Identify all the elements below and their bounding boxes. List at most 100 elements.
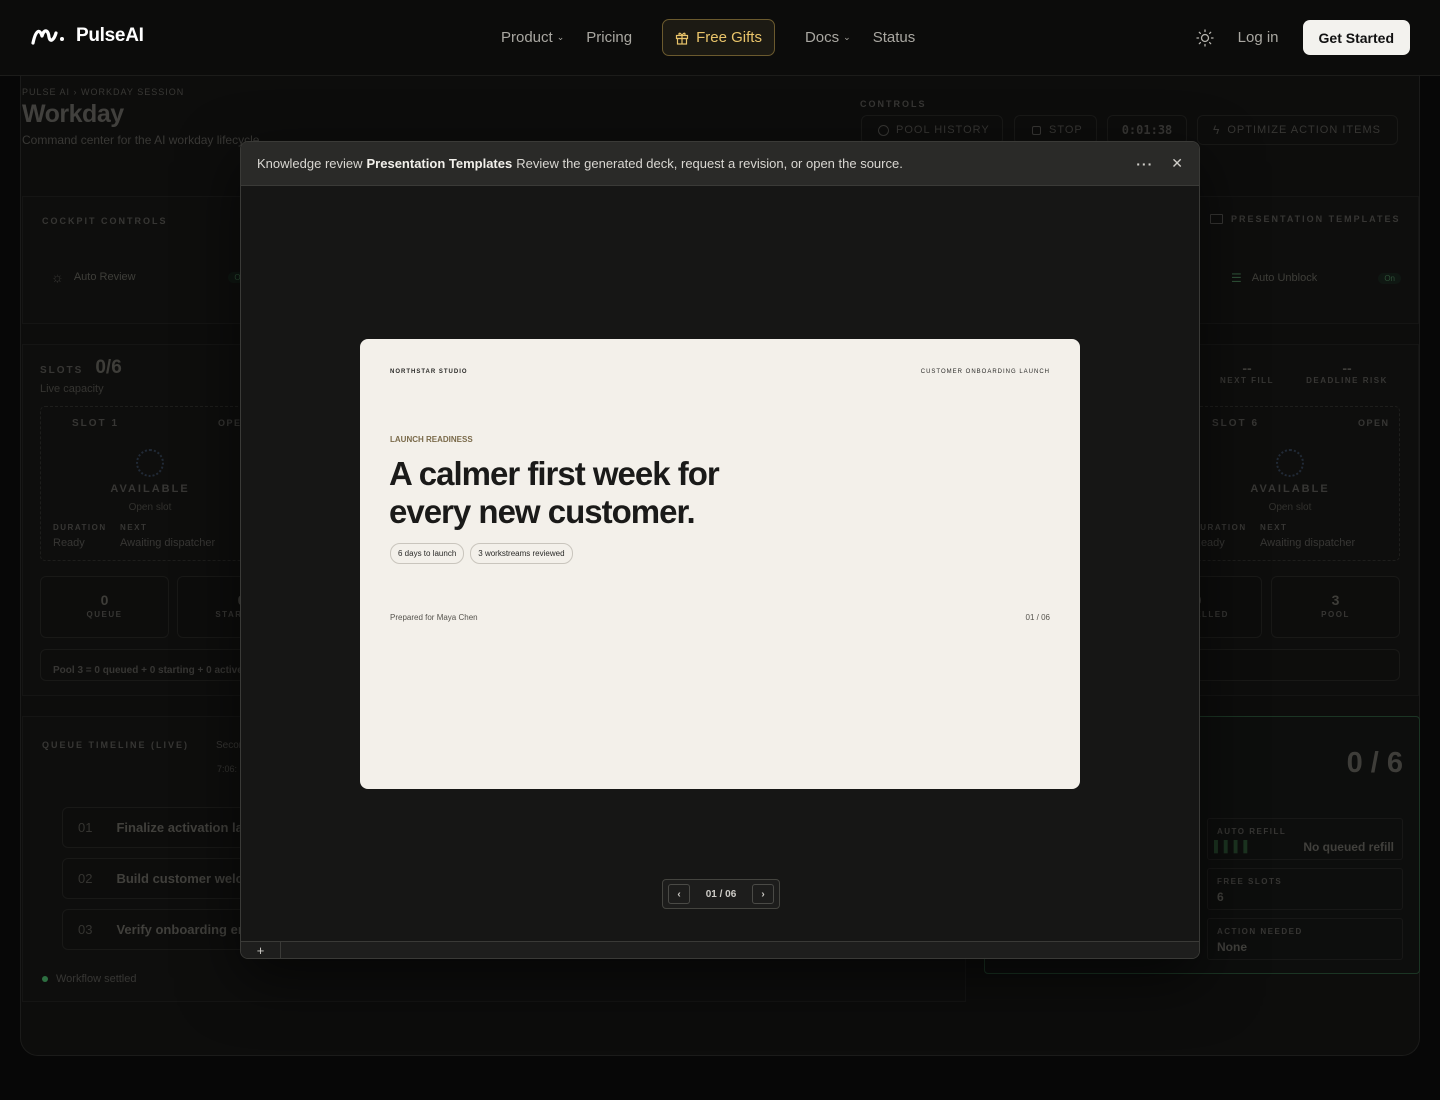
refill-bars-icon: ▌▌▌▌: [1214, 841, 1254, 853]
top-nav: PulseAI Product ⌄ Pricing Free Gifts Docs…: [0, 0, 1440, 76]
auto-refill-value: No queued refill: [1303, 840, 1394, 854]
stop-icon: [1032, 125, 1041, 135]
slot-6-available: AVAILABLE: [1250, 483, 1330, 495]
pool-value: 3: [1331, 592, 1340, 608]
free-slots-box: FREE SLOTS 6: [1207, 868, 1403, 910]
slide-preview: NORTHSTAR STUDIO CUSTOMER ONBOARDING LAU…: [360, 339, 1080, 789]
next-fill-value: --: [1242, 360, 1252, 376]
add-icon[interactable]: +: [241, 942, 281, 958]
auto-unblock-toggle[interactable]: ☰ Auto Unblock On: [1231, 271, 1401, 285]
page-subtitle: Command center for the AI workday lifecy…: [22, 133, 260, 147]
slot-6-next-value: Awaiting dispatcher: [1260, 537, 1356, 549]
loading-ring-icon: [1276, 449, 1304, 477]
slot-1-open-slot: Open slot: [128, 502, 172, 513]
slide-chips: 6 days to launch 3 workstreams reviewed: [390, 543, 573, 564]
nav-product-label: Product: [501, 29, 553, 46]
slot-6-next-label: NEXT: [1260, 523, 1288, 532]
action-needed-box: ACTION NEEDED None: [1207, 918, 1403, 960]
auto-refill-box: AUTO REFILL ▌▌▌▌ No queued refill: [1207, 818, 1403, 860]
more-options-icon[interactable]: ···: [1136, 156, 1153, 172]
nav-pricing[interactable]: Pricing: [575, 19, 643, 56]
optimize-action-items-button[interactable]: ϟ OPTIMIZE ACTION ITEMS: [1197, 115, 1398, 145]
slide-chip-workstreams: 3 workstreams reviewed: [470, 543, 573, 564]
nav-docs-label: Docs: [804, 29, 840, 46]
live-capacity: Live capacity: [40, 383, 104, 395]
timer-value: 0:01:38: [1121, 123, 1173, 137]
next-slide-button[interactable]: ›: [752, 884, 774, 904]
prev-slide-button[interactable]: ‹: [668, 884, 690, 904]
slide-pager: ‹ 01 / 06 ›: [662, 879, 780, 909]
history-icon: [878, 124, 889, 136]
presentation-templates-label: PRESENTATION TEMPLATES: [1231, 214, 1401, 224]
slot-6-status: OPEN: [1358, 418, 1390, 428]
slide-eyebrow: LAUNCH READINESS: [390, 435, 473, 444]
slot-1-next-label: NEXT: [120, 523, 148, 532]
pool-formula-text: Pool 3 = 0 queued + 0 starting + 0 activ…: [53, 665, 243, 676]
brand-name: PulseAI: [76, 25, 144, 46]
slide-headline: A calmer first week for every new custom…: [389, 455, 720, 531]
pulse-logo-icon: [31, 29, 64, 45]
chevron-down-icon: ⌄: [556, 32, 565, 42]
stop-label: STOP: [1049, 124, 1083, 136]
slot-1-next-value: Awaiting dispatcher: [120, 537, 216, 549]
nav-status[interactable]: Status: [862, 19, 927, 56]
close-icon[interactable]: ✕: [1171, 155, 1183, 172]
free-gifts-button[interactable]: Free Gifts: [662, 19, 775, 56]
sun-icon: ☼: [51, 269, 64, 285]
slide-project: CUSTOMER ONBOARDING LAUNCH: [920, 369, 1050, 375]
cockpit-controls-label: COCKPIT CONTROLS: [42, 216, 168, 226]
optimize-label: OPTIMIZE ACTION ITEMS: [1227, 124, 1381, 136]
chevron-down-icon: ⌄: [843, 32, 851, 42]
pool-stat: 3 POOL: [1271, 576, 1400, 638]
nav-product[interactable]: Product ⌄: [490, 19, 575, 56]
deadline-risk-label: DEADLINE RISK: [1306, 376, 1388, 385]
login-link[interactable]: Log in: [1238, 29, 1279, 46]
slide-page-number: 01 / 06: [1025, 613, 1050, 622]
slide-chip-days: 6 days to launch: [390, 543, 465, 564]
auto-refill-label: AUTO REFILL: [1217, 827, 1287, 836]
nav-status-label: Status: [872, 29, 916, 46]
next-fill-stat: -- NEXT FILL: [1211, 360, 1283, 385]
breadcrumb: PULSE AI › WORKDAY SESSION: [22, 87, 185, 97]
modal-prefix: Knowledge review: [257, 156, 363, 171]
nav-pricing-label: Pricing: [586, 29, 633, 46]
slots-label: SLOTS: [40, 365, 84, 376]
slot-card-1[interactable]: SLOT 1 OPEN AVAILABLE Open slot DURATION…: [40, 406, 260, 561]
lightning-icon: ϟ: [1213, 123, 1220, 137]
pool-history-label: POOL HISTORY: [896, 124, 990, 136]
timeline-item-2-num: 02: [78, 871, 93, 886]
slot-card-6[interactable]: SLOT 6 OPEN AVAILABLE Open slot DURATION…: [1180, 406, 1400, 561]
next-fill-label: NEXT FILL: [1220, 376, 1274, 385]
slot-1-duration-label: DURATION: [53, 523, 107, 532]
get-started-button[interactable]: Get Started: [1302, 20, 1410, 55]
slots-header: SLOTS 0/6: [40, 357, 122, 379]
auto-unblock-label: Auto Unblock: [1251, 272, 1318, 284]
auto-review-toggle[interactable]: ☼ Auto Review On: [51, 269, 251, 285]
capacity-big-count: 0 / 6: [1346, 747, 1403, 779]
deadline-risk-stat: -- DEADLINE RISK: [1301, 360, 1393, 385]
free-slots-label: FREE SLOTS: [1217, 877, 1283, 886]
slide-prepared-for: Prepared for Maya Chen: [390, 613, 478, 622]
brand-logo[interactable]: PulseAI: [30, 24, 144, 48]
workflow-status-text: Workflow settled: [56, 973, 137, 985]
slot-6-label: SLOT 6: [1212, 418, 1260, 429]
sun-icon[interactable]: [1196, 28, 1214, 47]
presentation-templates-header: PRESENTATION TEMPLATES: [1210, 214, 1401, 224]
queue-label: QUEUE: [86, 610, 123, 619]
timeline-time: 7:06:: [217, 764, 238, 774]
chevron-left-icon: ‹: [677, 888, 681, 900]
free-gifts-label: Free Gifts: [696, 29, 762, 46]
status-dot-icon: [42, 976, 48, 982]
action-needed-value: None: [1217, 940, 1247, 954]
controls-label: CONTROLS: [860, 99, 927, 109]
queue-timeline-label: QUEUE TIMELINE (LIVE): [42, 740, 190, 750]
timeline-item-1-num: 01: [78, 820, 93, 835]
deadline-risk-value: --: [1342, 360, 1352, 376]
nav-docs[interactable]: Docs ⌄: [794, 19, 862, 56]
pager-label: 01 / 06: [705, 888, 737, 900]
list-icon: ☰: [1231, 271, 1242, 285]
chevron-right-icon: ›: [761, 888, 765, 900]
slots-count: 0/6: [95, 357, 122, 378]
slot-1-available: AVAILABLE: [110, 483, 190, 495]
action-needed-label: ACTION NEEDED: [1217, 927, 1303, 936]
